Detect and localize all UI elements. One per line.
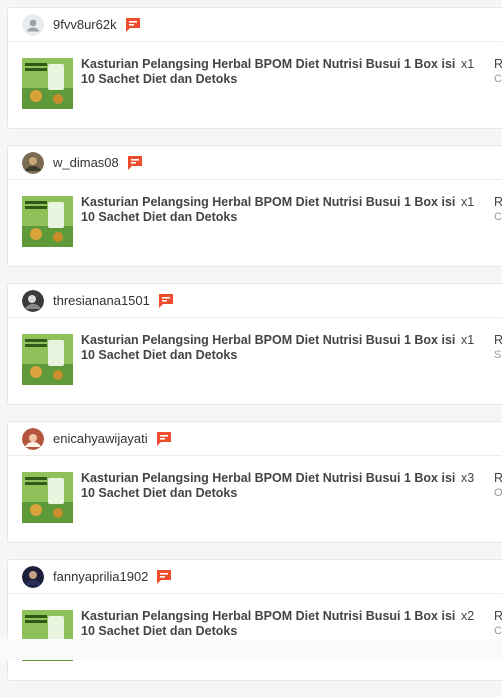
extra-sub: C — [494, 211, 502, 223]
order-extra-column: R C — [494, 57, 502, 87]
order-header: thresianana1501 — [8, 284, 502, 318]
user-avatar-icon[interactable] — [22, 427, 44, 450]
order-body: Kasturian Pelangsing Herbal BPOM Diet Nu… — [8, 456, 502, 543]
extra-sub: C — [494, 73, 502, 85]
product-thumbnail[interactable] — [22, 472, 73, 523]
chat-icon[interactable] — [127, 155, 143, 171]
order-list: 9fvv8ur62k Kasturian Pelangsing Herbal B… — [7, 7, 502, 697]
product-quantity: x1 — [461, 333, 475, 347]
order-body: Kasturian Pelangsing Herbal BPOM Diet Nu… — [8, 594, 502, 681]
buyer-username[interactable]: enicahyawijayati — [53, 431, 148, 446]
order-card: 9fvv8ur62k Kasturian Pelangsing Herbal B… — [7, 7, 502, 129]
bottom-fade — [0, 639, 502, 660]
chat-icon[interactable] — [156, 431, 172, 447]
order-header: 9fvv8ur62k — [8, 8, 502, 42]
user-avatar-icon[interactable] — [22, 289, 44, 312]
default-avatar-icon[interactable] — [22, 13, 44, 36]
order-card: w_dimas08 Kasturian Pelangsing Herbal BP… — [7, 145, 502, 267]
order-extra-column: R O — [494, 471, 502, 501]
product-thumbnail[interactable] — [22, 334, 73, 385]
chat-icon[interactable] — [125, 17, 141, 33]
order-body: Kasturian Pelangsing Herbal BPOM Diet Nu… — [8, 180, 502, 267]
user-avatar-icon[interactable] — [22, 151, 44, 174]
extra-sub: C — [494, 625, 502, 637]
extra-sub: S — [494, 349, 502, 361]
buyer-username[interactable]: fannyaprilia1902 — [53, 569, 148, 584]
order-body: Kasturian Pelangsing Herbal BPOM Diet Nu… — [8, 42, 502, 129]
extra-sub: O — [494, 487, 502, 499]
product-thumbnail[interactable] — [22, 196, 73, 247]
product-name[interactable]: Kasturian Pelangsing Herbal BPOM Diet Nu… — [81, 333, 456, 363]
buyer-username[interactable]: thresianana1501 — [53, 293, 150, 308]
product-name[interactable]: Kasturian Pelangsing Herbal BPOM Diet Nu… — [81, 609, 456, 639]
order-card: enicahyawijayati Kasturian Pelangsing He… — [7, 421, 502, 543]
chat-icon[interactable] — [156, 569, 172, 585]
product-quantity: x1 — [461, 195, 475, 209]
order-card: thresianana1501 Kasturian Pelangsing Her… — [7, 283, 502, 405]
order-header: enicahyawijayati — [8, 422, 502, 456]
buyer-username[interactable]: 9fvv8ur62k — [53, 17, 117, 32]
extra-value: R — [494, 471, 502, 485]
extra-value: R — [494, 333, 502, 347]
order-extra-column: R S — [494, 333, 502, 363]
order-body: Kasturian Pelangsing Herbal BPOM Diet Nu… — [8, 318, 502, 405]
product-name[interactable]: Kasturian Pelangsing Herbal BPOM Diet Nu… — [81, 471, 456, 501]
extra-value: R — [494, 57, 502, 71]
chat-icon[interactable] — [158, 293, 174, 309]
product-quantity: x1 — [461, 57, 475, 71]
product-name[interactable]: Kasturian Pelangsing Herbal BPOM Diet Nu… — [81, 195, 456, 225]
product-name[interactable]: Kasturian Pelangsing Herbal BPOM Diet Nu… — [81, 57, 456, 87]
product-quantity: x3 — [461, 471, 475, 485]
product-quantity: x2 — [461, 609, 475, 623]
order-extra-column: R C — [494, 195, 502, 225]
order-card: fannyaprilia1902 Kasturian Pelangsing He… — [7, 559, 502, 681]
user-avatar-icon[interactable] — [22, 565, 44, 588]
order-header: w_dimas08 — [8, 146, 502, 180]
extra-value: R — [494, 195, 502, 209]
extra-value: R — [494, 609, 502, 623]
order-extra-column: R C — [494, 609, 502, 639]
buyer-username[interactable]: w_dimas08 — [53, 155, 119, 170]
order-header: fannyaprilia1902 — [8, 560, 502, 594]
product-thumbnail[interactable] — [22, 58, 73, 109]
